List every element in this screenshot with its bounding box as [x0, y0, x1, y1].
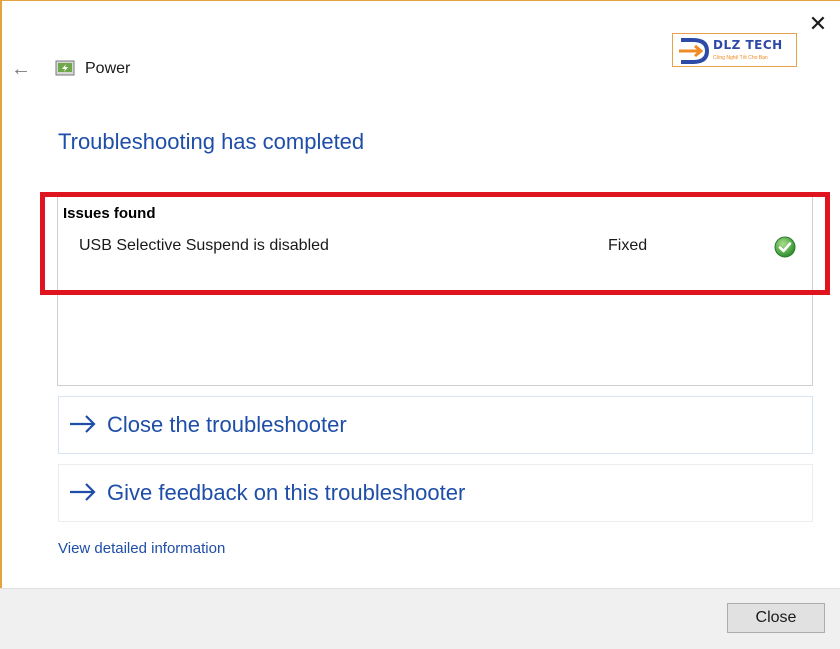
window-close-icon[interactable]: ✕ — [806, 12, 830, 36]
power-troubleshooter-icon — [55, 60, 75, 76]
window-border-top — [0, 0, 840, 1]
window-border-left — [0, 0, 2, 649]
dlz-logo-mark-icon — [679, 38, 710, 64]
issue-status: Fixed — [608, 237, 648, 254]
check-icon — [774, 236, 796, 258]
arrow-right-icon — [70, 483, 96, 501]
issues-panel: Issues found USB Selective Suspend is di… — [57, 196, 813, 386]
give-feedback-label: Give feedback on this troubleshooter — [107, 480, 466, 505]
arrow-right-icon — [70, 415, 96, 433]
issue-name: USB Selective Suspend is disabled — [79, 237, 329, 254]
logo-name: DLZ TECH — [713, 38, 783, 52]
close-troubleshooter-link[interactable]: Close the troubleshooter — [58, 396, 813, 454]
logo-tagline: Công Nghệ Tốt Cho Bạn — [713, 55, 768, 61]
dialog-footer: Close — [0, 588, 840, 649]
window-title: Power — [85, 60, 131, 77]
give-feedback-link[interactable]: Give feedback on this troubleshooter — [58, 464, 813, 522]
issues-heading: Issues found — [63, 205, 156, 222]
watermark-logo: DLZ TECH Công Nghệ Tốt Cho Bạn — [672, 33, 797, 67]
close-button[interactable]: Close — [727, 603, 825, 633]
close-troubleshooter-label: Close the troubleshooter — [107, 412, 347, 437]
page-title: Troubleshooting has completed — [58, 129, 365, 154]
view-detailed-information-link[interactable]: View detailed information — [58, 540, 225, 557]
back-arrow-icon[interactable]: ← — [10, 58, 32, 80]
